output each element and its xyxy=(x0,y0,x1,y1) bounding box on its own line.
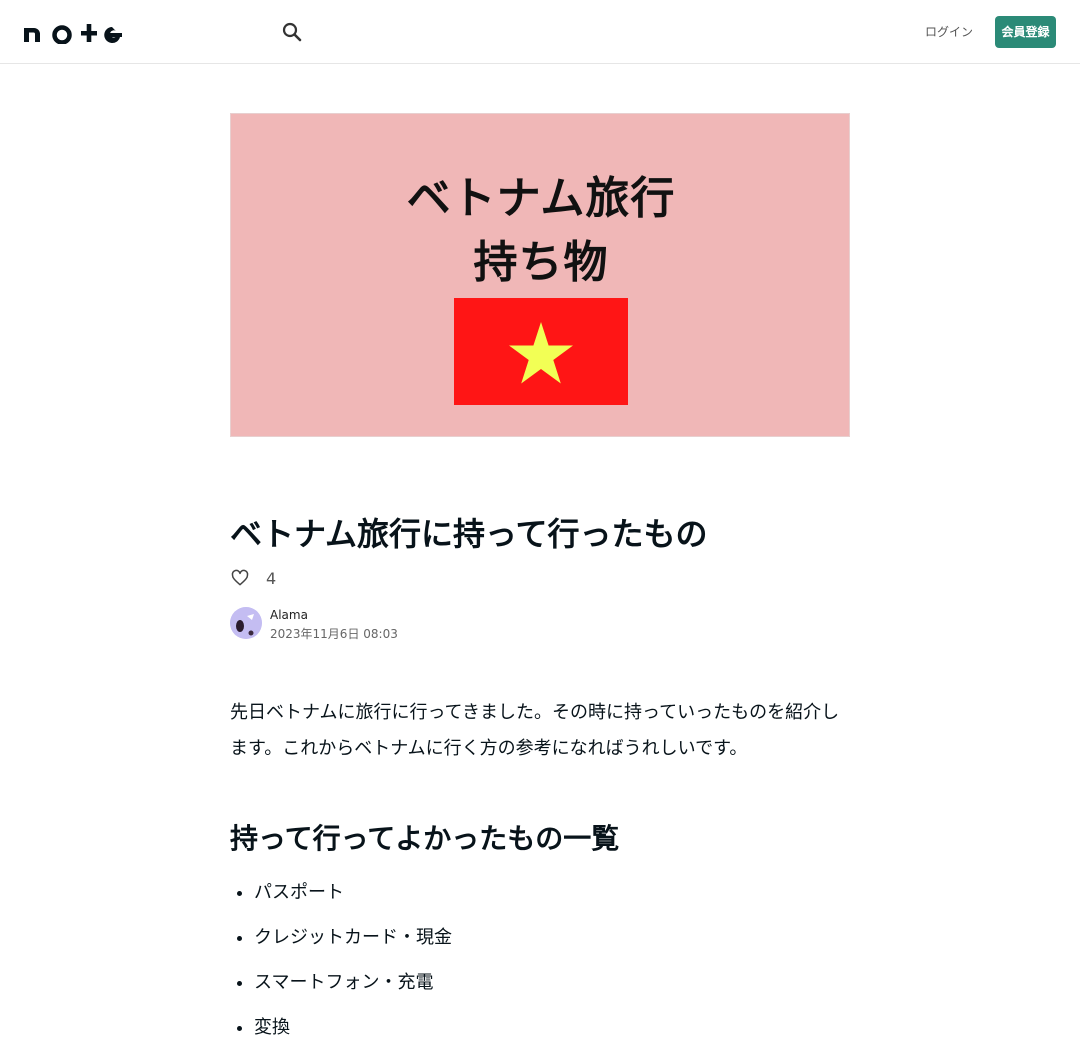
site-header: ログイン 会員登録 xyxy=(0,0,1080,64)
search-icon[interactable] xyxy=(280,20,304,44)
star-icon xyxy=(509,322,573,384)
heart-icon[interactable] xyxy=(230,568,250,588)
like-area: 4 xyxy=(230,566,276,590)
vietnam-flag xyxy=(454,298,628,405)
publish-date: 2023年11月6日 08:03 xyxy=(270,627,398,641)
list-item: パスポート xyxy=(254,870,874,915)
author-avatar[interactable] xyxy=(230,607,262,639)
article-title: ベトナム旅行に持って行ったもの xyxy=(230,515,708,553)
signup-button[interactable]: 会員登録 xyxy=(995,16,1056,48)
item-list: パスポート クレジットカード・現金 スマートフォン・充電 変換 xyxy=(230,870,874,1050)
eyecatch-title-line1: ベトナム旅行 xyxy=(406,173,676,224)
login-link[interactable]: ログイン xyxy=(922,20,976,44)
list-item: クレジットカード・現金 xyxy=(254,915,874,960)
section-heading: 持って行ってよかったもの一覧 xyxy=(230,822,620,855)
list-item: 変換 xyxy=(254,1005,874,1050)
eyecatch-image: ベトナム旅行 持ち物 xyxy=(230,113,850,437)
like-count: 4 xyxy=(266,568,277,588)
author-name[interactable]: Alama xyxy=(270,607,308,624)
eyecatch-title-line2: 持ち物 xyxy=(473,237,609,288)
list-item: スマートフォン・充電 xyxy=(254,960,874,1005)
article-intro: 先日ベトナムに旅行に行ってきました。その時に持っていったものを紹介します。これか… xyxy=(230,702,840,759)
note-logo[interactable] xyxy=(24,20,122,44)
